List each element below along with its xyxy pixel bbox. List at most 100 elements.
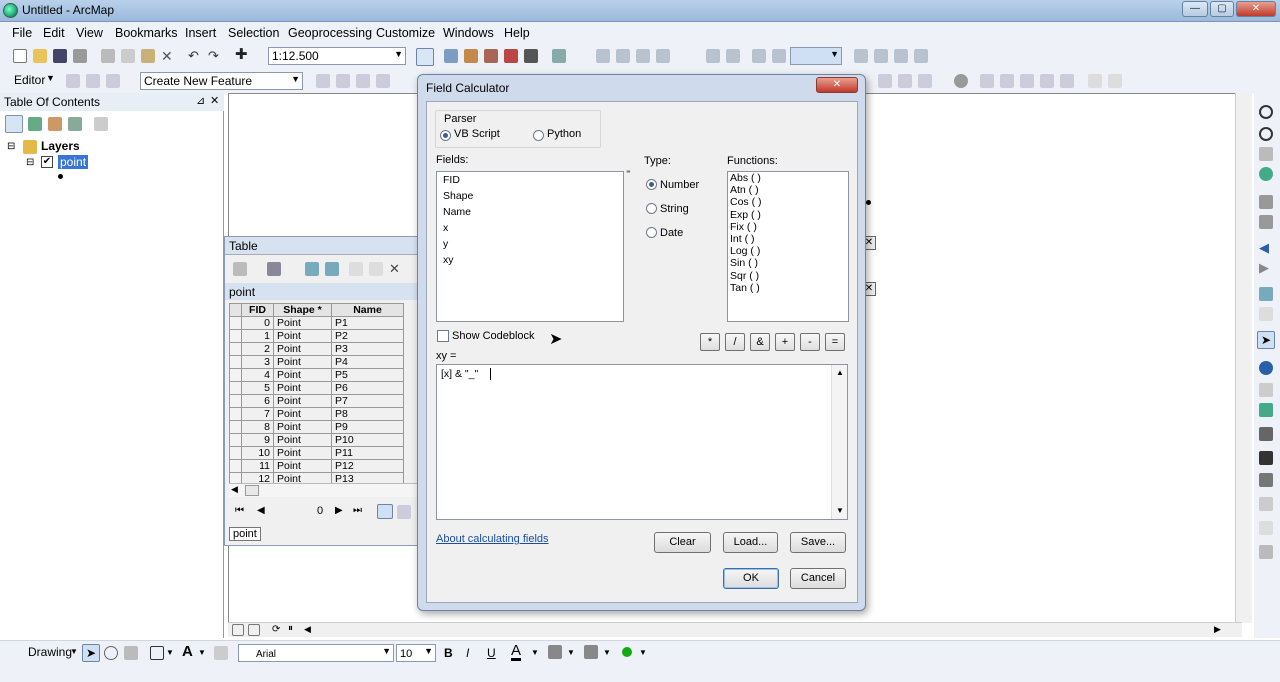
layout-change-icon[interactable] [894,49,908,63]
edit-tool-icon[interactable] [66,74,80,88]
editor-menu[interactable]: Editor [14,73,45,87]
new-icon[interactable] [13,49,27,63]
select-by-attributes-icon[interactable] [305,262,319,276]
table-cell-fid[interactable]: 4 [241,368,274,382]
layer-visibility-checkbox[interactable]: ✔ [41,156,53,168]
menu-customize[interactable]: Customize [376,26,435,40]
table-cell-name[interactable]: P4 [331,355,404,369]
table-cell-shape[interactable]: Point [273,407,332,421]
search-window-icon[interactable] [484,49,498,63]
menu-geoprocessing[interactable]: Geoprocessing [288,26,372,40]
close-window-button[interactable]: ✕ [1236,1,1276,17]
collapse-icon[interactable]: ⊟ [26,157,34,168]
add-data-icon[interactable]: ✚ [235,47,249,62]
map-scale-combo[interactable]: 1:12.500 ▼ [268,47,406,65]
table-cell-fid[interactable]: 1 [241,329,274,343]
column-header[interactable]: Name [331,303,404,317]
options-icon[interactable] [94,117,108,131]
type-number-label[interactable]: Number [660,179,699,191]
table-row[interactable]: 4 Point P5 [229,368,404,382]
cut-polygon-icon[interactable] [918,74,932,88]
row-selector[interactable] [229,355,242,369]
type-number-radio[interactable] [646,179,657,190]
function-item[interactable]: Atn ( ) [728,184,848,196]
previous-record-icon[interactable]: ◀ [257,505,265,516]
table-row[interactable]: 5 Point P6 [229,381,404,395]
table-cell-fid[interactable]: 3 [241,355,274,369]
select-elements-icon[interactable]: ➤ [1257,331,1275,349]
go-to-xy-icon[interactable] [1259,497,1273,511]
reshape-icon[interactable] [898,74,912,88]
bold-button[interactable]: B [444,646,453,660]
pin-icon[interactable]: ⊿ [196,94,205,107]
editor-toolbar-icon[interactable] [416,48,434,66]
row-selector[interactable] [229,446,242,460]
edit-annotation-icon[interactable] [86,74,100,88]
load-button[interactable]: Load... [723,532,778,553]
layout-focus-icon[interactable] [874,49,888,63]
toc-window-icon[interactable] [444,49,458,63]
fixed-zoom-out-icon[interactable] [1259,215,1273,229]
list-by-visibility-icon[interactable] [48,117,62,131]
close-icon[interactable]: ✕ [210,94,219,107]
redo-edit-icon[interactable] [1108,74,1122,88]
sketch-properties-icon[interactable] [954,74,968,88]
table-cell-fid[interactable]: 2 [241,342,274,356]
find-icon[interactable] [1259,451,1273,465]
table-cell-name[interactable]: P9 [331,420,404,434]
underline-button[interactable]: U [487,646,496,660]
table-cell-fid[interactable]: 6 [241,394,274,408]
type-string-label[interactable]: String [660,203,689,215]
fixed-zoom-in-icon[interactable] [1259,195,1273,209]
copy-icon[interactable] [121,49,135,63]
list-by-drawing-order-icon[interactable] [5,115,23,133]
hyperlink-icon[interactable] [1259,383,1273,397]
table-cell-name[interactable]: P12 [331,459,404,473]
menu-file[interactable]: File [12,26,32,40]
table-cell-shape[interactable]: Point [273,446,332,460]
type-string-radio[interactable] [646,203,657,214]
field-item[interactable]: xy [437,252,623,268]
field-item[interactable]: Name [437,204,623,220]
scroll-thumb[interactable] [245,485,259,496]
refresh-icon[interactable]: ⟳ [272,624,280,635]
dialog-close-button[interactable]: ✕ [816,77,858,93]
html-popup-icon[interactable] [1259,403,1273,417]
table-cell-shape[interactable]: Point [273,316,332,330]
table-row[interactable]: 3 Point P4 [229,355,404,369]
table-row[interactable]: 10 Point P11 [229,446,404,460]
edit-vertices-icon[interactable] [214,646,228,660]
type-date-label[interactable]: Date [660,227,683,239]
row-selector[interactable] [229,459,242,473]
table-cell-shape[interactable]: Point [273,459,332,473]
maximize-button[interactable]: ▢ [1210,1,1234,17]
table-options-icon[interactable] [233,262,247,276]
menu-windows[interactable]: Windows [443,26,494,40]
scroll-down-icon[interactable]: ▼ [836,506,844,515]
type-date-radio[interactable] [646,227,657,238]
data-view-icon[interactable] [248,624,260,636]
row-selector[interactable] [229,342,242,356]
sort-icon[interactable]: ⁼ [626,168,631,179]
table-cell-shape[interactable]: Point [273,355,332,369]
column-header[interactable]: Shape * [273,303,332,317]
table-view-icon[interactable] [1060,74,1074,88]
python-label[interactable]: Python [547,128,581,140]
table-cell-fid[interactable]: 8 [241,420,274,434]
related-tables-icon[interactable] [267,262,281,276]
expression-text[interactable]: [x] & "_" [441,368,478,380]
clear-selected-icon[interactable] [1259,307,1273,321]
midpoint-tool-icon[interactable] [376,74,390,88]
show-selected-records-icon[interactable] [397,505,411,519]
table-horizontal-scrollbar[interactable]: ◀ [229,483,417,497]
layout-forward-icon[interactable] [772,49,786,63]
table-cell-fid[interactable]: 5 [241,381,274,395]
arc-tool-icon[interactable] [336,74,350,88]
go-forward-icon[interactable]: ▶ [1259,261,1273,275]
layout-view-icon[interactable] [232,624,244,636]
layout-zoom-combo[interactable]: ▼ [790,47,842,65]
function-item[interactable]: Fix ( ) [728,221,848,233]
identify-icon[interactable] [1259,361,1273,375]
layout-fixed-zoom-icon[interactable] [656,49,670,63]
text-tool-icon[interactable]: A [182,643,193,660]
